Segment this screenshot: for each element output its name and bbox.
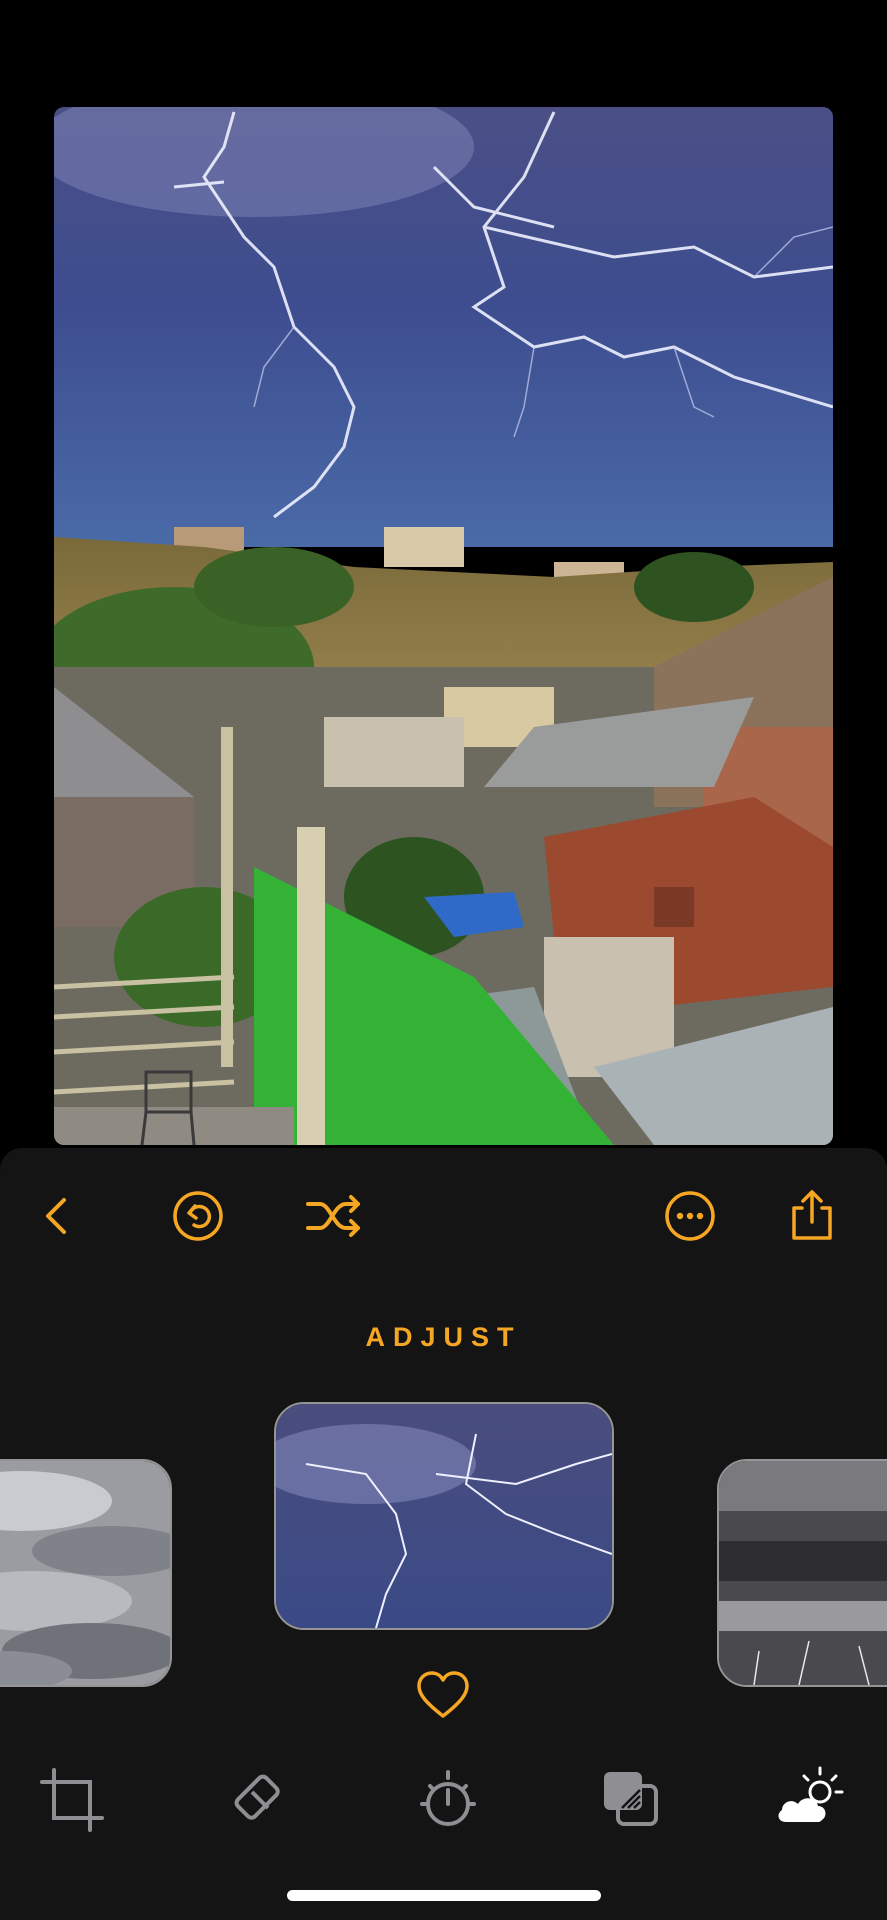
sky-preset-overcast[interactable] <box>0 1459 172 1687</box>
sky-weather-icon[interactable] <box>772 1764 844 1836</box>
crop-icon[interactable] <box>36 1764 108 1836</box>
heart-icon[interactable] <box>411 1664 475 1728</box>
chevron-left-icon[interactable] <box>26 1184 90 1248</box>
revert-icon[interactable] <box>166 1184 230 1248</box>
shuffle-icon[interactable] <box>302 1184 366 1248</box>
sky-preset-dark-storm[interactable] <box>717 1459 887 1687</box>
sky-preset-lightning[interactable] <box>274 1402 614 1630</box>
share-icon[interactable] <box>780 1184 844 1248</box>
eraser-icon[interactable] <box>224 1764 296 1836</box>
edited-photo[interactable] <box>54 107 833 1145</box>
layers-icon[interactable] <box>596 1764 668 1836</box>
timer-icon[interactable] <box>412 1764 484 1836</box>
home-indicator[interactable] <box>287 1890 601 1901</box>
ellipsis-circle-icon[interactable] <box>658 1184 722 1248</box>
section-title: ADJUST <box>365 1322 522 1352</box>
